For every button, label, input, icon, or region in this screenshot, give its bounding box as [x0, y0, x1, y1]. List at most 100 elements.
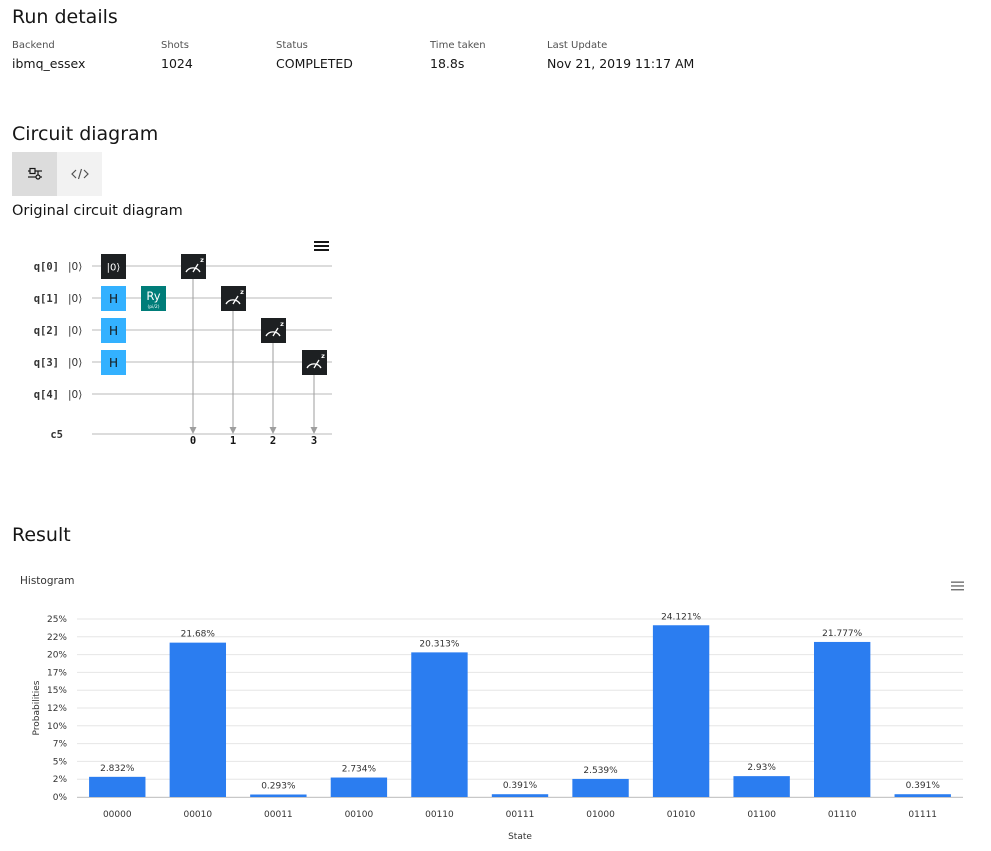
y-tick-label: 20% — [47, 651, 67, 661]
bar-data-label: 21.777% — [822, 629, 862, 639]
y-tick-label: 7% — [53, 740, 68, 750]
qubit-label-4: q[4] — [34, 389, 59, 401]
x-tick-label: 00111 — [506, 810, 535, 820]
last-update-label: Last Update — [547, 40, 608, 51]
measure-gate-q0[interactable]: z — [181, 254, 206, 279]
bar-data-label: 2.539% — [583, 766, 618, 776]
ry-gate[interactable]: Ry (pi/2) — [141, 286, 166, 311]
histogram-bar — [652, 625, 710, 797]
y-tick-label: 17% — [47, 668, 67, 678]
x-tick-label: 00011 — [264, 810, 293, 820]
classical-bit-label-0: 0 — [190, 435, 196, 447]
tab-circuit-view[interactable] — [12, 152, 57, 196]
ry-gate-label: Ry — [146, 289, 160, 303]
x-tick-label: 00010 — [183, 810, 212, 820]
status-label: Status — [276, 40, 308, 51]
x-axis-title: State — [508, 832, 532, 842]
ry-gate-param: (pi/2) — [148, 304, 160, 310]
last-update-field: Last Update Nov 21, 2019 11:17 AM — [547, 40, 694, 71]
h-gate-label: H — [109, 324, 118, 338]
bar-data-label: 21.68% — [181, 630, 216, 640]
x-tick-label: 00100 — [345, 810, 374, 820]
histogram-bar — [894, 794, 951, 797]
x-tick-label: 00000 — [103, 810, 132, 820]
classical-register-label: c5 — [50, 429, 63, 441]
x-tick-label: 01000 — [586, 810, 615, 820]
y-tick-label: 10% — [47, 722, 67, 732]
status-value: COMPLETED — [276, 56, 353, 71]
code-icon — [70, 168, 89, 180]
measure-arrow-2 — [269, 427, 277, 434]
circuit-diagram: q[0] q[1] q[2] q[3] q[4] c5 |0⟩ |0⟩ |0⟩ … — [34, 254, 332, 447]
measure-gate-q3[interactable]: z — [302, 350, 327, 375]
h-gate-label: H — [109, 356, 118, 370]
tab-code-view[interactable] — [57, 152, 102, 196]
histogram-bar — [330, 777, 388, 797]
measure-gate-q1[interactable]: z — [221, 286, 246, 311]
measure-gate-q2[interactable]: z — [261, 318, 286, 343]
qubit-init-1: |0⟩ — [68, 293, 82, 305]
status-field: Status COMPLETED — [276, 40, 353, 71]
time-taken-field: Time taken 18.8s — [430, 40, 486, 71]
y-tick-label: 25% — [47, 615, 67, 625]
measure-basis-label: z — [240, 288, 244, 296]
qubit-init-2: |0⟩ — [68, 325, 82, 337]
histogram-bar — [250, 794, 307, 797]
bar-data-label: 2.832% — [100, 764, 135, 774]
y-tick-label: 2% — [53, 775, 68, 785]
histogram-bar — [89, 776, 146, 797]
backend-label: Backend — [12, 40, 55, 51]
qubit-label-3: q[3] — [34, 357, 59, 369]
backend-value: ibmq_essex — [12, 56, 86, 71]
histogram-bar — [733, 776, 790, 797]
y-tick-label: 5% — [53, 757, 68, 767]
y-tick-label: 15% — [47, 686, 67, 696]
bar-data-label: 2.734% — [342, 765, 377, 775]
bar-data-label: 0.391% — [503, 781, 538, 791]
result-heading: Result — [12, 524, 71, 546]
classical-bit-label-1: 1 — [230, 435, 236, 447]
hamburger-menu-icon — [951, 581, 964, 591]
classical-bit-label-3: 3 — [311, 435, 317, 447]
h-gate-q1[interactable]: H — [101, 286, 126, 311]
qubit-label-1: q[1] — [34, 293, 59, 305]
bar-data-label: 2.93% — [747, 763, 776, 773]
y-tick-label: 22% — [47, 633, 67, 643]
qubit-label-2: q[2] — [34, 325, 59, 337]
x-tick-label: 01010 — [667, 810, 696, 820]
h-gate-label: H — [109, 292, 118, 306]
qubit-init-0: |0⟩ — [68, 261, 82, 273]
shots-value: 1024 — [161, 56, 193, 71]
y-tick-label: 12% — [47, 704, 67, 714]
histogram-bar — [491, 794, 549, 797]
measure-basis-label: z — [321, 352, 325, 360]
chart-menu-button[interactable] — [951, 576, 965, 595]
original-circuit-subtitle: Original circuit diagram — [12, 203, 183, 219]
qubit-init-4: |0⟩ — [68, 389, 82, 401]
bar-data-label: 0.391% — [906, 781, 941, 791]
measure-arrow-1 — [229, 427, 237, 434]
x-tick-label: 01111 — [908, 810, 937, 820]
shots-label: Shots — [161, 40, 189, 51]
y-tick-label: 0% — [53, 793, 68, 803]
histogram-bar — [813, 641, 871, 797]
bar-data-label: 0.293% — [261, 782, 296, 792]
histogram-title: Histogram — [20, 575, 75, 587]
histogram-bar — [169, 642, 227, 797]
bar-data-label: 24.121% — [661, 612, 701, 622]
measure-arrow-0 — [189, 427, 197, 434]
last-update-value: Nov 21, 2019 11:17 AM — [547, 56, 695, 71]
h-gate-q2[interactable]: H — [101, 318, 126, 343]
backend-field: Backend ibmq_essex — [12, 40, 85, 71]
reset-gate[interactable]: |0⟩ — [101, 254, 126, 279]
measure-arrow-3 — [310, 427, 318, 434]
x-tick-label: 01110 — [828, 810, 857, 820]
time-taken-label: Time taken — [430, 40, 486, 51]
bar-data-label: 20.313% — [419, 639, 459, 649]
h-gate-q3[interactable]: H — [101, 350, 126, 375]
measure-basis-label: z — [200, 256, 204, 264]
shots-field: Shots 1024 — [161, 40, 193, 71]
histogram-chart: 0% 2% 5% 7% 10% 12% 15% 17% 20% 22% 25% 2.832% 00000… — [32, 612, 963, 842]
classical-bit-label-2: 2 — [270, 435, 276, 447]
circuit-view-switcher — [12, 152, 102, 196]
